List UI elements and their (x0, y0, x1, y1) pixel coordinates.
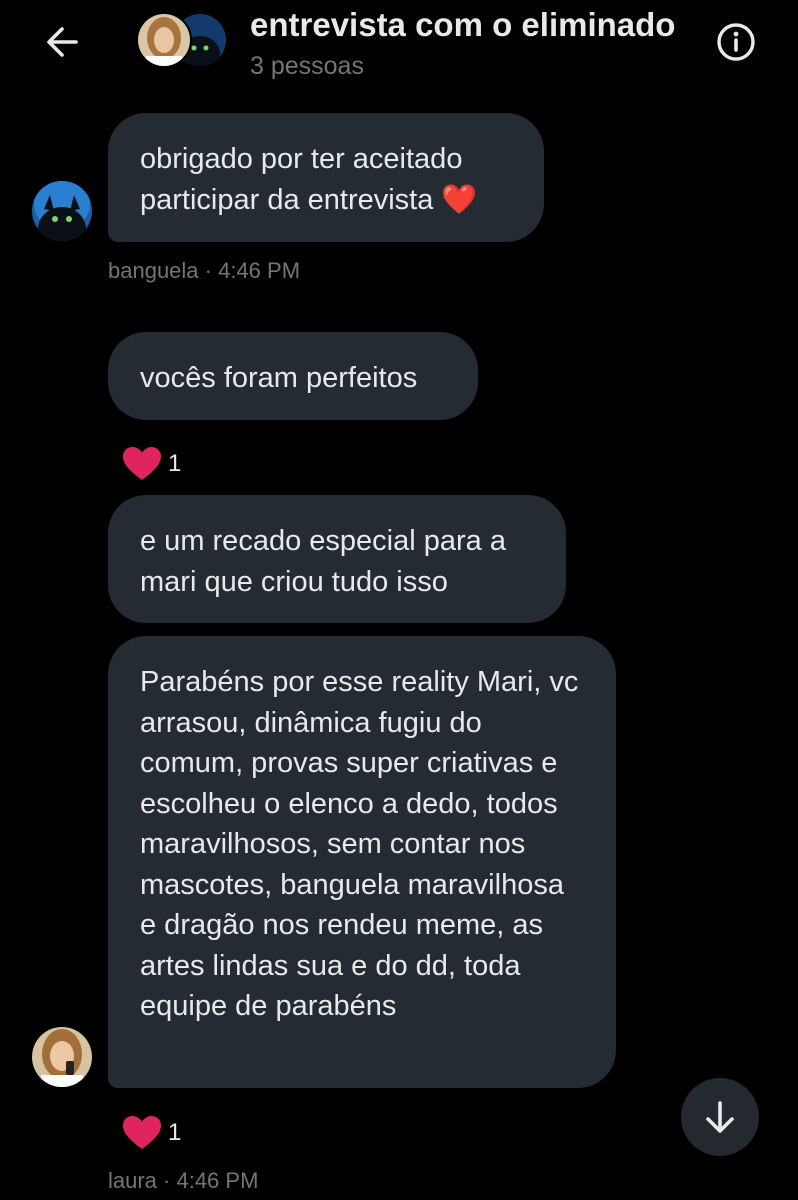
reaction-count: 1 (168, 450, 182, 477)
message-meta: laura · 4:46 PM (108, 1168, 259, 1193)
info-icon (717, 23, 755, 61)
message-text: obrigado por ter aceitado participar da … (140, 143, 478, 216)
message-text: vocês foram perfeitos (140, 362, 418, 394)
message-text: Parabéns por esse reality Mari, vc arras… (140, 666, 579, 1022)
message-bubble[interactable]: Parabéns por esse reality Mari, vc arras… (108, 636, 616, 1088)
reaction-chip[interactable]: 1 (122, 444, 181, 484)
heart-icon (123, 447, 161, 480)
message-meta: banguela · 4:46 PM (108, 258, 301, 283)
arrow-left-icon (47, 27, 78, 57)
sender-avatar-banguela[interactable] (32, 181, 92, 241)
arrow-down-icon (706, 1101, 734, 1133)
participant-count: 3 pessoas (250, 52, 364, 80)
reaction-chip[interactable]: 1 (122, 1113, 181, 1153)
person-avatar (136, 12, 192, 68)
message-bubble[interactable]: e um recado especial para a mari que cri… (108, 495, 566, 623)
conversation-info-button[interactable] (712, 18, 760, 66)
heart-icon (123, 1116, 161, 1149)
sender-avatar-laura[interactable] (32, 1027, 92, 1087)
conversation-title: entrevista com o eliminado (250, 6, 676, 43)
scroll-to-bottom-button[interactable] (681, 1078, 759, 1156)
back-button[interactable] (40, 20, 84, 64)
reaction-count: 1 (168, 1119, 182, 1146)
group-avatar[interactable] (136, 12, 228, 68)
message-bubble[interactable]: obrigado por ter aceitado participar da … (108, 113, 544, 242)
message-bubble[interactable]: vocês foram perfeitos (108, 332, 478, 420)
message-text: e um recado especial para a mari que cri… (140, 525, 506, 598)
conversation-header: entrevista com o eliminado 3 pessoas (0, 0, 798, 100)
